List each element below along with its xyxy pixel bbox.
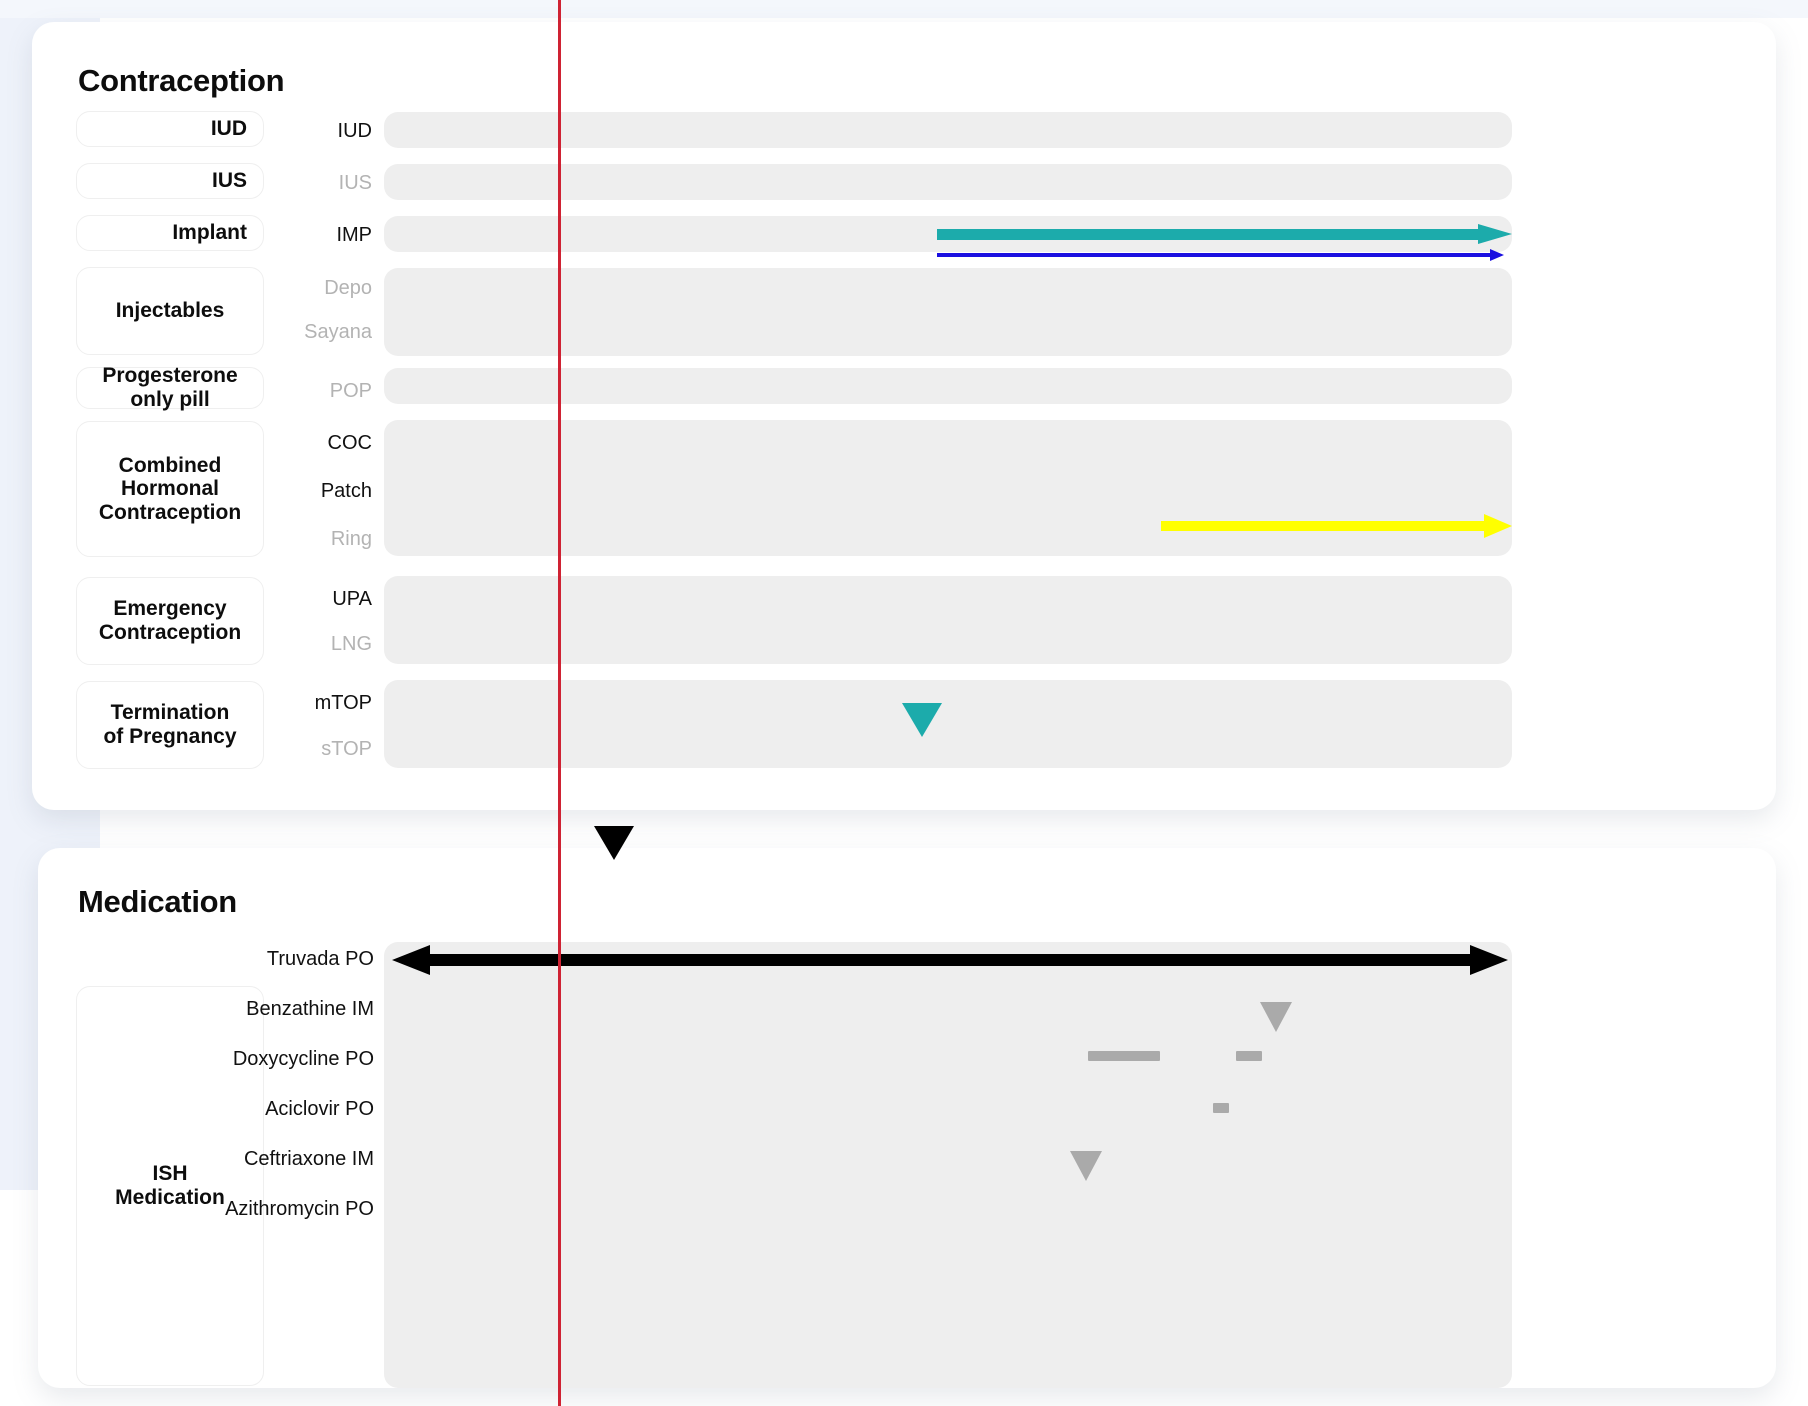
- row-label-stop: sTOP: [321, 738, 372, 760]
- row-label-aciclovir-po: Aciclovir PO: [265, 1098, 374, 1120]
- row-label-benzathine-im: Benzathine IM: [246, 998, 374, 1020]
- track-injectables[interactable]: [384, 268, 1512, 356]
- mark-upa-triangle[interactable]: [902, 703, 942, 737]
- track-iud[interactable]: [384, 112, 1512, 148]
- mark-mtop-triangle[interactable]: [594, 826, 634, 860]
- row-label-depo: Depo: [324, 277, 372, 299]
- category-ish-medication[interactable]: ISH Medication: [76, 986, 264, 1386]
- row-label-iud: IUD: [337, 120, 372, 142]
- page-backdrop-top: [0, 0, 1808, 18]
- track-top[interactable]: [384, 680, 1512, 768]
- track-ius[interactable]: [384, 164, 1512, 200]
- mark-imp-blue-arrow[interactable]: [937, 249, 1512, 261]
- row-label-truvada-po: Truvada PO: [266, 948, 374, 970]
- mark-benzathine-triangle[interactable]: [1260, 1002, 1292, 1032]
- page-title-contraception: Contraception: [78, 63, 285, 98]
- row-label-ring: Ring: [330, 528, 372, 550]
- row-label-coc: COC: [327, 432, 372, 454]
- category-implant[interactable]: Implant: [76, 215, 264, 251]
- row-label-lng: LNG: [330, 633, 372, 655]
- row-label-imp: IMP: [336, 224, 372, 246]
- mark-truvada-double-arrow[interactable]: [388, 945, 1512, 975]
- category-label: Emergency Contraception: [98, 597, 242, 644]
- category-label: Progesterone only pill: [102, 364, 238, 411]
- row-label-doxycycline-po: Doxycycline PO: [232, 1048, 374, 1070]
- mark-imp-teal-arrow[interactable]: [937, 224, 1512, 244]
- row-label-upa: UPA: [332, 588, 372, 610]
- category-label: Implant: [172, 221, 247, 245]
- row-label-azithromycin-po: Azithromycin PO: [225, 1198, 374, 1220]
- contraception-card: Contraception IUD IUS Implant Injectable…: [32, 22, 1776, 860]
- track-pop[interactable]: [384, 368, 1512, 404]
- mark-coc-yellow-arrow[interactable]: [1161, 514, 1512, 538]
- page-title-medication: Medication: [78, 884, 237, 919]
- category-ius[interactable]: IUS: [76, 163, 264, 199]
- now-indicator-line: [558, 0, 561, 1406]
- category-label: Combined Hormonal Contraception: [98, 453, 242, 524]
- track-emergency[interactable]: [384, 576, 1512, 664]
- mark-aciclovir-dash[interactable]: [1213, 1103, 1229, 1113]
- category-label: Termination of Pregnancy: [103, 701, 237, 748]
- row-label-mtop: mTOP: [314, 692, 372, 714]
- row-label-pop: POP: [329, 380, 372, 402]
- category-progesterone-only-pill[interactable]: Progesterone only pill: [76, 364, 264, 411]
- category-emergency-contraception[interactable]: Emergency Contraception: [76, 577, 264, 665]
- row-label-ius: IUS: [338, 172, 372, 194]
- mark-ceftriaxone-triangle[interactable]: [1070, 1151, 1102, 1181]
- category-label: IUD: [210, 117, 247, 141]
- row-label-patch: Patch: [320, 480, 372, 502]
- mark-doxycycline-dash-2[interactable]: [1236, 1051, 1262, 1061]
- mark-doxycycline-dash-1[interactable]: [1088, 1051, 1160, 1061]
- category-iud[interactable]: IUD: [76, 111, 264, 147]
- category-label: IUS: [211, 169, 247, 193]
- track-ish-medication[interactable]: [384, 942, 1512, 1388]
- medication-card: Medication ISH Medication Truvada PO Ben…: [38, 848, 1776, 1388]
- category-label: Injectables: [115, 299, 225, 323]
- category-injectables[interactable]: Injectables: [76, 267, 264, 355]
- row-label-sayana: Sayana: [304, 321, 372, 343]
- row-label-ceftriaxone-im: Ceftriaxone IM: [243, 1148, 374, 1170]
- category-termination-of-pregnancy[interactable]: Termination of Pregnancy: [76, 681, 264, 769]
- category-combined-hormonal-contraception[interactable]: Combined Hormonal Contraception: [76, 421, 264, 557]
